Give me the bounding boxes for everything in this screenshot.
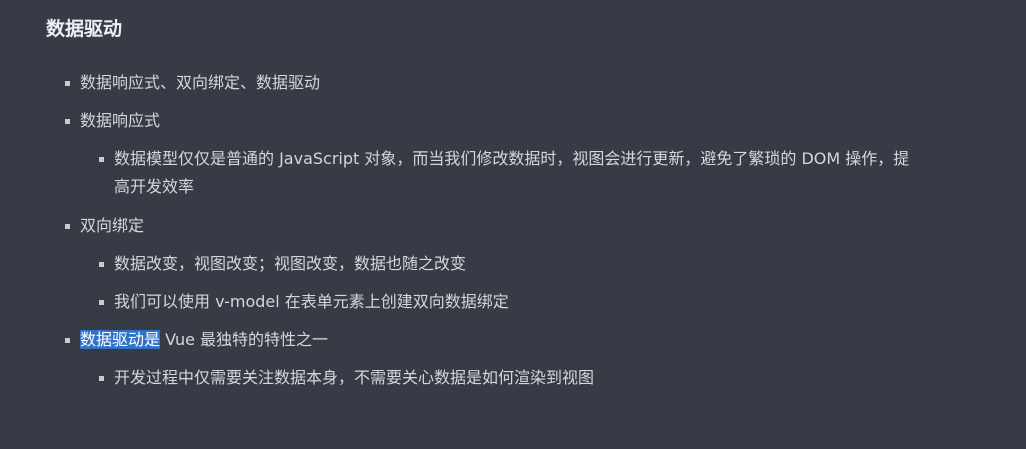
list-item: 数据响应式、双向绑定、数据驱动 [65,69,321,97]
list-item-text: Vue 最独特的特性之一 [160,330,329,349]
list-item-text: 开发过程中仅需要关注数据本身，不需要关心数据是如何渲染到视图 [114,368,595,387]
list-item-text: 我们可以使用 v-model 在表单元素上创建双向数据绑定 [114,292,509,311]
list-item: 开发过程中仅需要关注数据本身，不需要关心数据是如何渲染到视图 [99,364,1004,392]
list-item-text: 数据响应式、双向绑定、数据驱动 [80,73,321,92]
list-item: 我们可以使用 v-model 在表单元素上创建双向数据绑定 [99,288,1004,316]
bullet-icon [65,80,70,86]
bullet-icon [65,337,70,343]
list-item: 数据改变，视图改变；视图改变，数据也随之改变 [99,250,1004,278]
list-item: 双向绑定 [65,212,145,240]
list-item-text: 双向绑定 [80,216,145,235]
bullet-icon [99,156,104,162]
bullet-icon [65,223,70,229]
bullet-icon [99,375,104,381]
page-title: 数据驱动 [46,18,123,40]
list-item[interactable]: 数据驱动是 Vue 最独特的特性之一 [65,326,329,354]
list-item-text: 数据模型仅仅是普通的 JavaScript 对象，而当我们修改数据时，视图会进行… [114,149,910,168]
bullet-icon [99,299,104,305]
list-item: 数据模型仅仅是普通的 JavaScript 对象，而当我们修改数据时，视图会进行… [99,145,1004,201]
list-item-text-continued: 高开发效率 [114,177,195,196]
bullet-icon [99,261,104,267]
list-item: 数据响应式 [65,107,161,135]
selected-text[interactable]: 数据驱动是 [80,330,161,349]
list-item-text: 数据改变，视图改变；视图改变，数据也随之改变 [114,254,467,273]
bullet-icon [65,118,70,124]
list-item-text: 数据响应式 [80,111,161,130]
